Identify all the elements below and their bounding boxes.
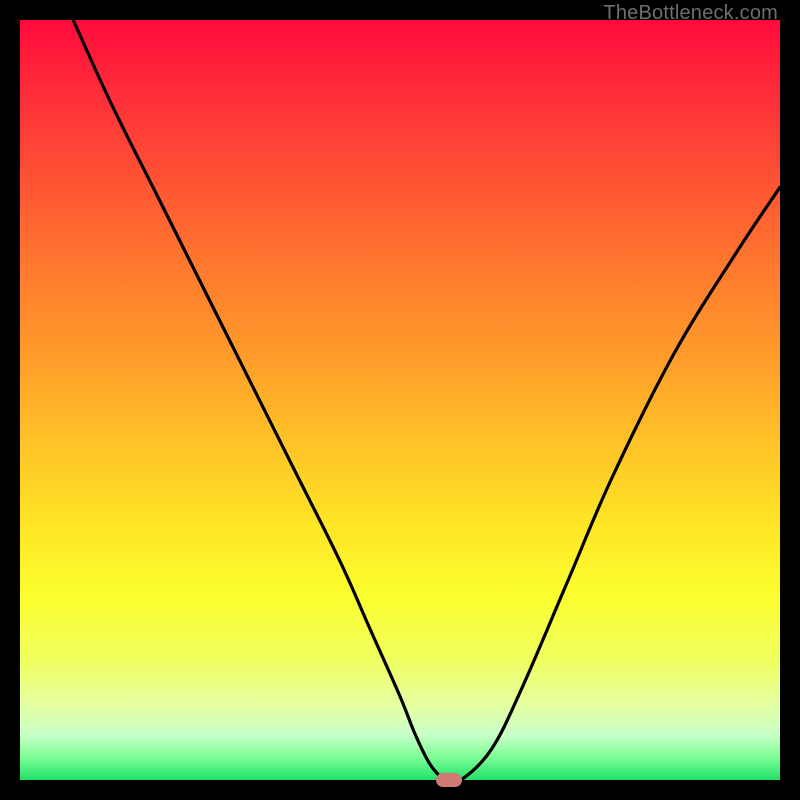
chart-frame: TheBottleneck.com — [0, 0, 800, 800]
optimum-marker — [436, 773, 462, 787]
plot-area — [20, 20, 780, 780]
curve-path — [73, 20, 780, 780]
bottleneck-curve — [20, 20, 780, 780]
